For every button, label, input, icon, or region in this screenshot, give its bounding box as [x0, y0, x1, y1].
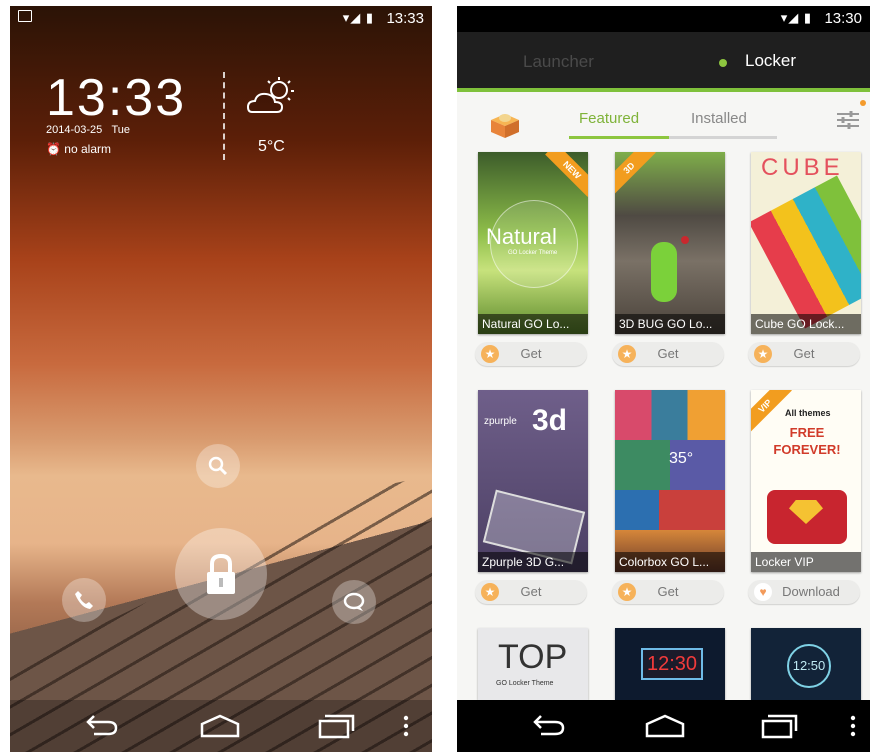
nav-bar: [10, 700, 432, 752]
art-subtitle: GO Locker Theme: [496, 680, 554, 687]
get-button[interactable]: ★ Get: [612, 580, 724, 604]
get-button[interactable]: ★ Get: [612, 342, 724, 366]
theme-thumbnail: zpurple 3d Zpurple 3D G...: [478, 390, 588, 572]
theme-badge: NEW: [545, 152, 588, 197]
clock-weather-divider: [223, 72, 225, 160]
art-title: zpurple: [484, 416, 517, 427]
sub-tab-indicator: [569, 136, 669, 139]
alarm-icon: ⏰: [46, 142, 61, 156]
recents-icon[interactable]: [316, 712, 356, 740]
art-title: 35°: [669, 450, 694, 467]
art-subtitle: GO Locker Theme: [508, 250, 558, 256]
locker-theme-store: ▾◢ ▮ 13:30 Launcher Locker Featured Inst…: [457, 6, 870, 752]
search-icon: [208, 456, 228, 476]
status-bar: ▾◢ ▮ 13:30: [457, 6, 870, 32]
art-subtitle: FREE FOREVER!: [773, 425, 841, 457]
message-icon: [343, 592, 365, 611]
theme-box-icon[interactable]: [485, 108, 525, 138]
art-ladybug: [681, 236, 689, 244]
unlock-button[interactable]: [175, 528, 267, 620]
filter-notification-dot: [860, 100, 866, 106]
theme-card[interactable]: 3D 3D BUG GO Lo... ★ Get: [612, 152, 725, 366]
theme-card[interactable]: CUBE Cube GO Lock... ★ Get: [748, 152, 861, 366]
art-cube: [751, 175, 861, 329]
alarm-label: no alarm: [64, 142, 111, 156]
status-bar: ▾◢ ▮ 13:33: [10, 6, 432, 32]
lock-screen: ▾◢ ▮ 13:33 13:33 2014-03-25 Tue ⏰ no ala…: [10, 6, 432, 752]
menu-icon[interactable]: [849, 712, 857, 740]
lock-clock: 13:33: [46, 69, 187, 127]
get-button[interactable]: ★ Get: [475, 342, 587, 366]
lock-weekday: Tue: [111, 124, 130, 136]
theme-badge: 3D: [615, 152, 656, 195]
message-shortcut[interactable]: [332, 580, 376, 624]
status-time: 13:33: [386, 10, 424, 27]
theme-card[interactable]: zpurple 3d Zpurple 3D G... ★ Get: [475, 390, 588, 604]
theme-thumbnail: Natural GO Locker Theme NEW Natural GO L…: [478, 152, 588, 334]
sub-tabs: Featured Installed: [457, 94, 870, 144]
phone-shortcut[interactable]: [62, 578, 106, 622]
signal-icon: ▾◢ ▮: [342, 10, 374, 25]
theme-thumbnail: TOP GO Locker Theme: [478, 628, 588, 700]
weather-icon: [246, 77, 294, 113]
theme-thumbnail: 3D 3D BUG GO Lo...: [615, 152, 725, 334]
theme-thumbnail: 12:50: [751, 628, 861, 700]
tab-launcher[interactable]: Launcher: [523, 52, 594, 72]
tab-installed[interactable]: Installed: [691, 110, 747, 127]
theme-name: Zpurple 3D G...: [478, 552, 588, 572]
theme-thumbnail: 12:30: [615, 628, 725, 700]
theme-card[interactable]: 12:50: [751, 628, 861, 700]
get-button[interactable]: ★ Get: [475, 580, 587, 604]
art-title: 12:30: [641, 648, 703, 680]
theme-name: Natural GO Lo...: [478, 314, 588, 334]
status-time: 13:30: [824, 10, 862, 27]
theme-card[interactable]: VIP All themes FREE FOREVER! Locker VIP …: [748, 390, 861, 604]
picture-icon: [18, 10, 32, 22]
top-tabs: Launcher Locker: [457, 32, 870, 92]
lock-alarm: ⏰ no alarm: [46, 142, 111, 156]
filter-icon[interactable]: [835, 108, 861, 132]
tab-locker[interactable]: Locker: [745, 51, 796, 71]
art-title: TOP: [498, 638, 568, 676]
search-shortcut[interactable]: [196, 444, 240, 488]
download-button[interactable]: ♥ Download: [748, 580, 860, 604]
art-subtitle: 3d: [532, 404, 568, 437]
theme-thumbnail: VIP All themes FREE FOREVER! Locker VIP: [751, 390, 861, 572]
recents-icon[interactable]: [759, 712, 799, 740]
theme-thumbnail: 35° Colorbox GO L...: [615, 390, 725, 572]
theme-name: Cube GO Lock...: [751, 314, 861, 334]
theme-name: Colorbox GO L...: [615, 552, 725, 572]
weather-temperature: 5°C: [258, 138, 285, 155]
nav-bar: [457, 700, 870, 752]
tab-featured[interactable]: Featured: [579, 110, 639, 127]
signal-icon: ▾◢ ▮: [780, 10, 812, 25]
theme-card[interactable]: 12:30: [615, 628, 725, 700]
menu-icon[interactable]: [402, 712, 410, 740]
home-icon[interactable]: [198, 712, 242, 740]
lock-date-row: 2014-03-25 Tue: [46, 124, 130, 136]
theme-card[interactable]: 35° Colorbox GO L... ★ Get: [612, 390, 725, 604]
art-title: All themes: [785, 408, 831, 418]
active-tab-dot: [719, 59, 727, 67]
back-icon[interactable]: [80, 712, 120, 740]
theme-thumbnail: CUBE Cube GO Lock...: [751, 152, 861, 334]
phone-icon: [75, 591, 93, 609]
padlock-icon: [207, 553, 235, 594]
theme-name: 3D BUG GO Lo...: [615, 314, 725, 334]
theme-card[interactable]: TOP GO Locker Theme: [478, 628, 588, 700]
art-title: Natural: [486, 224, 557, 249]
theme-name: Locker VIP: [751, 552, 861, 572]
lock-date: 2014-03-25: [46, 124, 103, 136]
art-bug: [651, 242, 677, 302]
back-icon[interactable]: [527, 712, 567, 740]
home-icon[interactable]: [643, 712, 687, 740]
theme-card[interactable]: Natural GO Locker Theme NEW Natural GO L…: [475, 152, 588, 366]
get-button[interactable]: ★ Get: [748, 342, 860, 366]
art-title: 12:50: [787, 644, 831, 688]
